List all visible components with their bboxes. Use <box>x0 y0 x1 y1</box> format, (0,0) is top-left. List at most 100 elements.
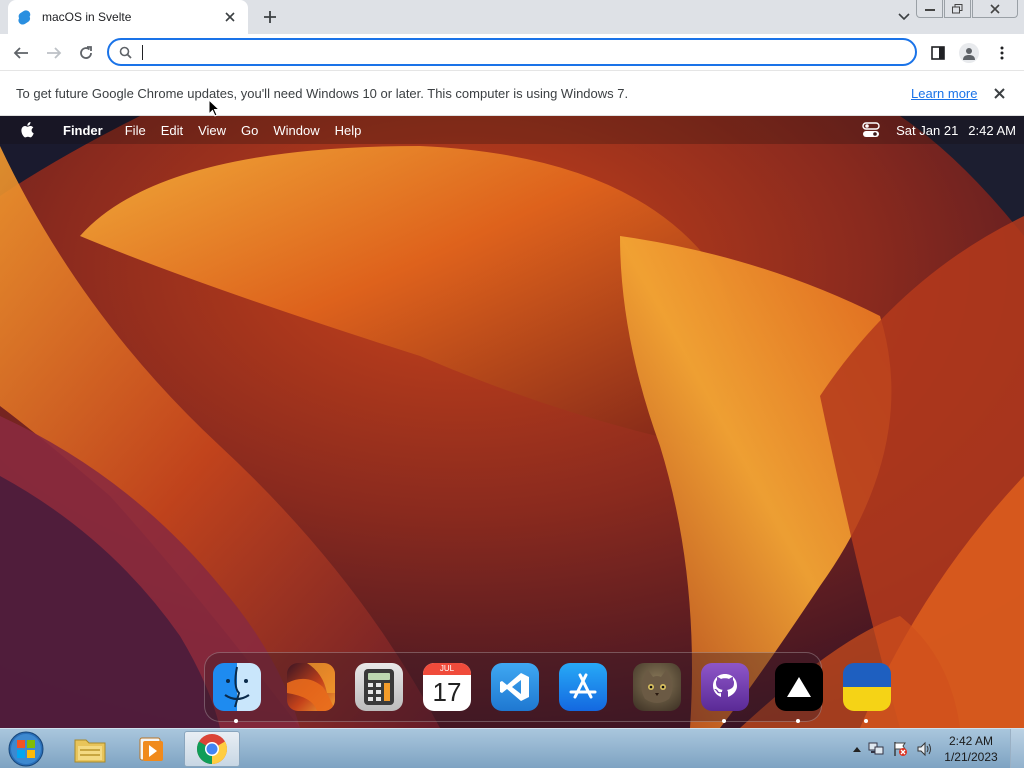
dock-item-finder[interactable] <box>213 663 271 723</box>
tab-strip: macOS in Svelte <box>0 0 1024 34</box>
finder-icon <box>213 663 261 711</box>
wallpapers-icon <box>287 663 335 711</box>
mac-menubar: Finder File Edit View Go Window Help Sat… <box>0 116 1024 144</box>
restore-button[interactable] <box>944 0 971 18</box>
ventura-wallpaper <box>0 116 1024 728</box>
dock-item-ukraine[interactable] <box>843 663 901 723</box>
taskbar-explorer-button[interactable] <box>62 731 118 767</box>
screen: macOS in Svelte To get future Google Chr… <box>0 0 1024 768</box>
infobar-close-icon[interactable] <box>990 84 1008 102</box>
vercel-icon <box>775 663 823 711</box>
dock-item-wallpapers[interactable] <box>287 663 345 711</box>
calendar-icon: JUL 17 <box>423 663 471 711</box>
network-icon[interactable] <box>864 741 888 757</box>
macos-desktop: Finder File Edit View Go Window Help Sat… <box>0 116 1024 728</box>
cat-icon <box>633 663 681 711</box>
svelte-favicon-icon <box>18 10 32 25</box>
taskbar-date: 1/21/2023 <box>944 750 998 764</box>
tab-search-button[interactable] <box>895 9 913 25</box>
dock-item-app-store[interactable] <box>559 663 617 711</box>
menu-help[interactable]: Help <box>335 123 362 138</box>
restore-icon <box>952 3 963 13</box>
dock-item-vscode[interactable] <box>491 663 549 711</box>
calendar-month: JUL <box>423 663 471 675</box>
back-button[interactable] <box>9 41 33 65</box>
browser-toolbar <box>0 34 1024 71</box>
mac-dock: JUL 17 <box>204 652 891 723</box>
action-center-flag-icon[interactable] <box>888 741 912 757</box>
more-vertical-icon <box>1000 46 1004 60</box>
new-tab-button[interactable] <box>259 7 281 27</box>
windows-orb-icon <box>8 731 44 767</box>
update-infobar: To get future Google Chrome updates, you… <box>0 71 1024 116</box>
menu-window[interactable]: Window <box>273 123 319 138</box>
calendar-day: 17 <box>432 677 462 707</box>
running-indicator <box>864 719 868 723</box>
dock-item-calculator[interactable] <box>355 663 413 711</box>
show-desktop-button[interactable] <box>1010 729 1024 768</box>
apple-logo-icon[interactable] <box>20 122 36 138</box>
menu-button[interactable] <box>990 41 1014 65</box>
windows-taskbar: 2:42 AM 1/21/2023 <box>0 728 1024 768</box>
show-hidden-icons-icon[interactable] <box>850 746 864 752</box>
ukraine-flag-icon <box>843 663 891 711</box>
close-icon <box>990 3 1000 14</box>
address-input[interactable] <box>140 42 915 62</box>
tab-close-icon[interactable] <box>222 9 238 25</box>
person-icon <box>963 48 975 60</box>
system-tray: 2:42 AM 1/21/2023 <box>850 729 1024 768</box>
minimize-icon <box>924 8 935 11</box>
github-icon <box>701 663 749 711</box>
menu-file[interactable]: File <box>125 123 146 138</box>
mouse-cursor-icon <box>208 99 220 117</box>
forward-button[interactable] <box>42 41 66 65</box>
chrome-icon <box>196 734 228 764</box>
side-panel-icon <box>931 46 945 60</box>
app-store-icon <box>559 663 607 711</box>
running-indicator <box>234 719 238 723</box>
window-controls <box>915 0 1018 18</box>
folder-icon <box>74 739 106 763</box>
running-indicator <box>722 719 726 723</box>
infobar-message: To get future Google Chrome updates, you… <box>16 86 629 101</box>
dock-item-purrfect[interactable] <box>633 663 691 711</box>
menubar-status: Sat Jan 21 2:42 AM <box>862 122 1016 138</box>
reload-icon <box>80 46 92 59</box>
taskbar-media-player-button[interactable] <box>123 731 179 767</box>
menu-edit[interactable]: Edit <box>161 123 183 138</box>
taskbar-chrome-button[interactable] <box>184 731 240 767</box>
side-panel-button[interactable] <box>926 41 950 65</box>
minimize-button[interactable] <box>916 0 943 18</box>
menu-app-name[interactable]: Finder <box>63 123 103 138</box>
control-center-icon[interactable] <box>862 122 880 138</box>
menu-go[interactable]: Go <box>241 123 258 138</box>
dock-item-vercel[interactable] <box>775 663 833 723</box>
media-player-icon <box>139 737 163 761</box>
tab-macos-svelte[interactable]: macOS in Svelte <box>8 0 248 34</box>
volume-icon[interactable] <box>912 741 936 757</box>
vscode-icon <box>491 663 539 711</box>
arrow-left-icon <box>13 47 28 59</box>
dock-item-github[interactable] <box>701 663 759 723</box>
profile-button[interactable] <box>957 41 981 65</box>
chevron-down-icon <box>898 13 910 21</box>
menubar-time[interactable]: 2:42 AM <box>968 123 1016 138</box>
address-bar[interactable] <box>107 38 917 66</box>
reload-button[interactable] <box>74 41 98 65</box>
menubar-date[interactable]: Sat Jan 21 <box>896 123 958 138</box>
avatar <box>959 43 979 63</box>
calculator-icon <box>355 663 403 711</box>
taskbar-time: 2:42 AM <box>948 734 994 748</box>
learn-more-link[interactable]: Learn more <box>911 86 977 101</box>
taskbar-clock[interactable]: 2:42 AM 1/21/2023 <box>936 733 1006 765</box>
text-cursor <box>142 45 143 60</box>
start-button[interactable] <box>6 730 46 768</box>
tab-title: macOS in Svelte <box>42 10 132 24</box>
dock-item-calendar[interactable]: JUL 17 <box>423 663 481 711</box>
search-icon <box>119 46 132 59</box>
menu-view[interactable]: View <box>198 123 226 138</box>
arrow-right-icon <box>47 47 62 59</box>
plus-icon <box>264 11 276 23</box>
close-window-button[interactable] <box>972 0 1018 18</box>
running-indicator <box>796 719 800 723</box>
